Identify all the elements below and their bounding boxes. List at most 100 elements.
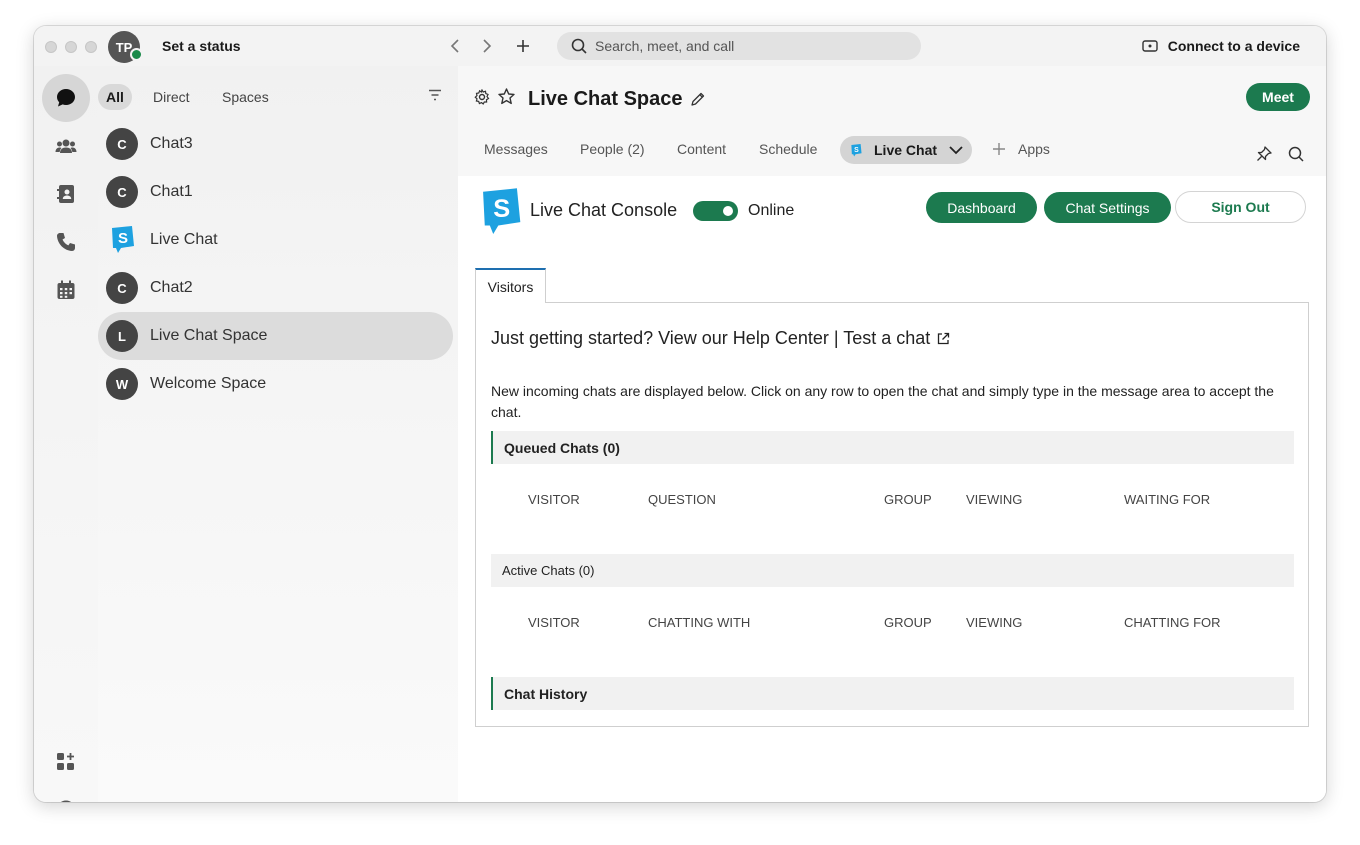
forward-button[interactable] bbox=[475, 34, 499, 58]
connect-device-button[interactable]: Connect to a device bbox=[1142, 38, 1300, 54]
device-icon bbox=[1142, 40, 1158, 52]
search-space-icon[interactable] bbox=[1288, 146, 1304, 167]
close-window-button[interactable] bbox=[45, 41, 57, 53]
column-header: WAITING FOR bbox=[1124, 492, 1211, 507]
list-item-selected[interactable]: L Live Chat Space bbox=[98, 312, 453, 360]
filter-spaces[interactable]: Spaces bbox=[214, 84, 277, 110]
column-header: CHATTING WITH bbox=[648, 615, 751, 630]
list-item[interactable]: W Welcome Space bbox=[98, 360, 453, 408]
external-link-icon bbox=[938, 332, 950, 345]
space-avatar: C bbox=[106, 128, 138, 160]
search-placeholder: Search, meet, and call bbox=[595, 38, 735, 54]
rail-teams[interactable] bbox=[42, 122, 90, 170]
chevron-down-icon bbox=[949, 145, 963, 154]
rail-apps[interactable] bbox=[42, 738, 90, 786]
favorite-star-icon[interactable] bbox=[498, 88, 515, 110]
online-toggle[interactable] bbox=[693, 201, 738, 221]
plus-icon bbox=[517, 40, 529, 52]
space-avatar: W bbox=[106, 368, 138, 400]
column-header: GROUP bbox=[884, 492, 932, 507]
filter-direct[interactable]: Direct bbox=[145, 84, 198, 110]
tab-messages[interactable]: Messages bbox=[484, 141, 548, 157]
minimize-window-button[interactable] bbox=[65, 41, 77, 53]
search-icon bbox=[571, 38, 587, 54]
column-header: VIEWING bbox=[966, 492, 1023, 507]
plus-icon bbox=[993, 143, 1005, 155]
svg-text:S: S bbox=[493, 195, 510, 223]
queued-chats-header[interactable]: Queued Chats (0) bbox=[491, 431, 1294, 464]
column-header: VISITOR bbox=[528, 615, 580, 630]
tab-live-chat[interactable]: S Live Chat bbox=[840, 136, 972, 164]
filter-options-icon[interactable] bbox=[428, 88, 442, 106]
rail-messaging[interactable] bbox=[42, 74, 90, 122]
active-chats-header[interactable]: Active Chats (0) bbox=[491, 554, 1294, 587]
title-bar: TP Set a status Search, meet, and call C… bbox=[34, 26, 1326, 66]
sign-out-button[interactable]: Sign Out bbox=[1175, 191, 1306, 223]
pin-icon[interactable] bbox=[1256, 146, 1272, 167]
space-header: Live Chat Space Meet Messages People (2)… bbox=[458, 66, 1326, 176]
description-text: New incoming chats are displayed below. … bbox=[491, 383, 1274, 420]
connect-device-label: Connect to a device bbox=[1167, 38, 1300, 54]
chevron-left-icon bbox=[450, 39, 459, 53]
maximize-window-button[interactable] bbox=[85, 41, 97, 53]
svg-text:S: S bbox=[118, 230, 128, 247]
settings-gear-icon[interactable] bbox=[474, 88, 490, 110]
column-header: GROUP bbox=[884, 615, 932, 630]
meet-button[interactable]: Meet bbox=[1246, 83, 1310, 111]
edit-pencil-icon[interactable] bbox=[690, 91, 706, 112]
tab-apps-label: Apps bbox=[1018, 141, 1050, 157]
space-name: Welcome Space bbox=[150, 375, 267, 392]
space-avatar: C bbox=[106, 272, 138, 304]
chat-bubble-icon bbox=[57, 89, 75, 107]
space-avatar: C bbox=[106, 176, 138, 208]
space-name: Chat1 bbox=[150, 183, 193, 200]
conversation-list-panel: All Direct Spaces C Chat3 C Chat1 S Live… bbox=[98, 66, 458, 802]
set-status-button[interactable]: Set a status bbox=[162, 38, 241, 54]
new-button[interactable] bbox=[511, 34, 535, 58]
rail-help[interactable]: ? bbox=[42, 786, 90, 802]
help-text: Just getting started? View our Help Cent… bbox=[491, 328, 931, 348]
tab-apps[interactable]: Apps bbox=[992, 141, 1050, 157]
list-item[interactable]: C Chat1 bbox=[98, 168, 453, 216]
tab-visitors[interactable]: Visitors bbox=[475, 268, 546, 303]
space-main-area: Live Chat Space Meet Messages People (2)… bbox=[458, 66, 1326, 802]
help-center-link[interactable]: Just getting started? View our Help Cent… bbox=[491, 328, 950, 349]
rail-calling[interactable] bbox=[42, 218, 90, 266]
tab-schedule[interactable]: Schedule bbox=[759, 141, 817, 157]
filter-all[interactable]: All bbox=[98, 84, 132, 110]
live-chat-logo-icon: S bbox=[478, 188, 522, 241]
list-item[interactable]: C Chat3 bbox=[98, 120, 453, 168]
chat-history-header[interactable]: Chat History bbox=[491, 677, 1294, 710]
space-name: Live Chat Space bbox=[150, 327, 268, 344]
tab-content[interactable]: Content bbox=[677, 141, 726, 157]
people-icon bbox=[55, 139, 77, 153]
svg-text:S: S bbox=[854, 146, 859, 153]
search-input[interactable]: Search, meet, and call bbox=[557, 32, 921, 60]
column-header: VIEWING bbox=[966, 615, 1023, 630]
live-chat-logo-icon: S bbox=[106, 224, 138, 256]
chat-settings-button[interactable]: Chat Settings bbox=[1044, 192, 1171, 223]
live-chat-tab-icon: S bbox=[851, 143, 862, 156]
visitors-panel: Just getting started? View our Help Cent… bbox=[475, 302, 1309, 727]
space-name: Chat3 bbox=[150, 135, 193, 152]
rail-calendar[interactable] bbox=[42, 266, 90, 314]
help-icon: ? bbox=[60, 800, 72, 802]
space-avatar: L bbox=[106, 320, 138, 352]
list-item[interactable]: S Live Chat bbox=[98, 216, 453, 264]
list-item[interactable]: C Chat2 bbox=[98, 264, 453, 312]
rail-contacts[interactable] bbox=[42, 170, 90, 218]
online-status-label: Online bbox=[748, 202, 795, 219]
presence-indicator bbox=[130, 48, 143, 61]
dashboard-button[interactable]: Dashboard bbox=[926, 192, 1037, 223]
calendar-icon bbox=[57, 280, 75, 299]
space-name: Chat2 bbox=[150, 279, 193, 296]
space-name: Live Chat bbox=[150, 231, 218, 248]
chevron-right-icon bbox=[483, 39, 492, 53]
phone-icon bbox=[57, 233, 75, 251]
tab-people[interactable]: People (2) bbox=[580, 141, 645, 157]
back-button[interactable] bbox=[443, 34, 467, 58]
navigation-rail: ? bbox=[34, 66, 98, 802]
column-header: CHATTING FOR bbox=[1124, 615, 1221, 630]
app-window: TP Set a status Search, meet, and call C… bbox=[34, 26, 1326, 802]
add-apps-icon bbox=[57, 753, 74, 770]
